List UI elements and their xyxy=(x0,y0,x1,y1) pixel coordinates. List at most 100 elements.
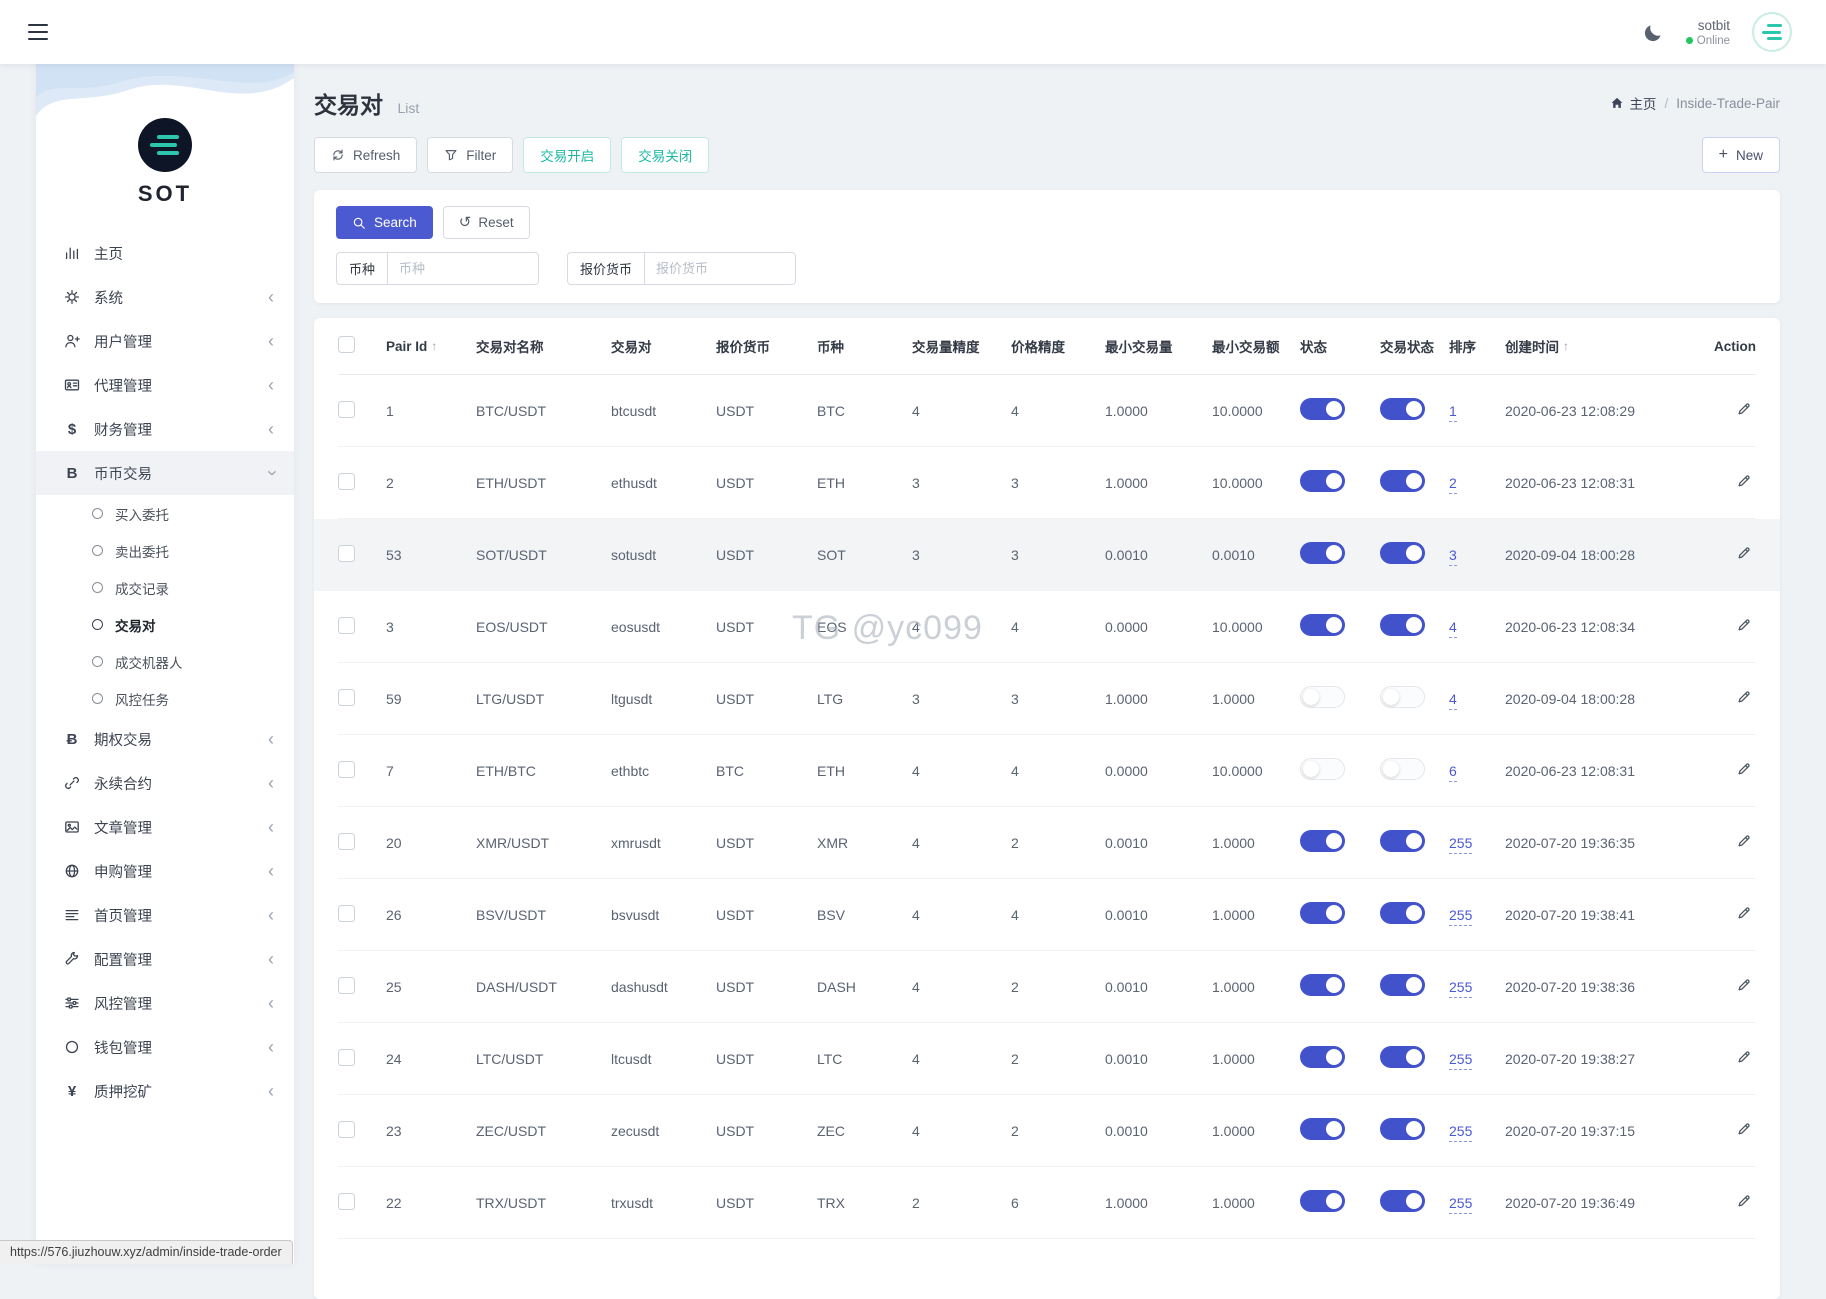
sort-order-link[interactable]: 3 xyxy=(1449,547,1457,566)
trade-status-toggle[interactable] xyxy=(1380,470,1425,492)
filter-button[interactable]: Filter xyxy=(427,137,513,173)
sidebar-item[interactable]: 风控管理‹ xyxy=(36,981,294,1025)
sidebar-subitem[interactable]: 买入委托 xyxy=(36,495,294,532)
edit-icon[interactable] xyxy=(1736,401,1752,417)
trade-status-toggle[interactable] xyxy=(1380,1118,1425,1140)
status-toggle[interactable] xyxy=(1300,758,1345,780)
trade-open-button[interactable]: 交易开启 xyxy=(523,137,611,173)
edit-icon[interactable] xyxy=(1736,1193,1752,1209)
sort-order-link[interactable]: 255 xyxy=(1449,1195,1472,1214)
dark-mode-icon[interactable] xyxy=(1643,22,1664,43)
sort-order-link[interactable]: 4 xyxy=(1449,619,1457,638)
edit-icon[interactable] xyxy=(1736,761,1752,777)
sidebar-item[interactable]: B币币交易‹ xyxy=(36,451,294,495)
sidebar-item[interactable]: 永续合约‹ xyxy=(36,761,294,805)
status-toggle[interactable] xyxy=(1300,902,1345,924)
row-checkbox[interactable] xyxy=(338,401,355,418)
edit-icon[interactable] xyxy=(1736,473,1752,489)
sort-order-link[interactable]: 255 xyxy=(1449,1051,1472,1070)
row-checkbox[interactable] xyxy=(338,833,355,850)
trade-status-toggle[interactable] xyxy=(1380,830,1425,852)
sidebar-item[interactable]: 首页管理‹ xyxy=(36,893,294,937)
row-checkbox[interactable] xyxy=(338,545,355,562)
edit-icon[interactable] xyxy=(1736,1121,1752,1137)
trade-status-toggle[interactable] xyxy=(1380,1190,1425,1212)
trade-status-toggle[interactable] xyxy=(1380,614,1425,636)
row-checkbox[interactable] xyxy=(338,761,355,778)
sort-order-link[interactable]: 255 xyxy=(1449,907,1472,926)
sidebar-subitem[interactable]: 卖出委托 xyxy=(36,532,294,569)
sidebar-toggle-button[interactable] xyxy=(28,24,48,40)
sidebar-item[interactable]: 钱包管理‹ xyxy=(36,1025,294,1069)
sidebar-subitem[interactable]: 风控任务 xyxy=(36,680,294,717)
edit-icon[interactable] xyxy=(1736,977,1752,993)
status-toggle[interactable] xyxy=(1300,398,1345,420)
search-button[interactable]: Search xyxy=(336,206,433,239)
sidebar-subitem[interactable]: 交易对 xyxy=(36,606,294,643)
trade-status-toggle[interactable] xyxy=(1380,686,1425,708)
row-checkbox[interactable] xyxy=(338,1049,355,1066)
sort-order-link[interactable]: 255 xyxy=(1449,979,1472,998)
sort-order-link[interactable]: 2 xyxy=(1449,475,1457,494)
status-toggle[interactable] xyxy=(1300,1118,1345,1140)
trade-status-toggle[interactable] xyxy=(1380,902,1425,924)
cell-quote-currency: USDT xyxy=(716,475,817,491)
account-block[interactable]: sotbit Online xyxy=(1686,18,1730,47)
trade-status-toggle[interactable] xyxy=(1380,542,1425,564)
status-toggle[interactable] xyxy=(1300,974,1345,996)
sort-arrow-icon[interactable]: ↑ xyxy=(1563,339,1569,353)
brand-logo[interactable] xyxy=(1752,12,1792,52)
sidebar-item[interactable]: 文章管理‹ xyxy=(36,805,294,849)
row-checkbox[interactable] xyxy=(338,617,355,634)
status-toggle[interactable] xyxy=(1300,830,1345,852)
status-toggle[interactable] xyxy=(1300,686,1345,708)
status-toggle[interactable] xyxy=(1300,542,1345,564)
trade-status-toggle[interactable] xyxy=(1380,974,1425,996)
edit-icon[interactable] xyxy=(1736,689,1752,705)
trade-status-toggle[interactable] xyxy=(1380,758,1425,780)
sidebar-subitem[interactable]: 成交记录 xyxy=(36,569,294,606)
row-checkbox[interactable] xyxy=(338,689,355,706)
sort-order-link[interactable]: 6 xyxy=(1449,763,1457,782)
sort-arrow-icon[interactable]: ↑ xyxy=(431,339,437,353)
status-toggle[interactable] xyxy=(1300,470,1345,492)
sidebar-item[interactable]: ¥质押挖矿‹ xyxy=(36,1069,294,1113)
sort-order-link[interactable]: 255 xyxy=(1449,835,1472,854)
row-checkbox[interactable] xyxy=(338,1121,355,1138)
status-toggle[interactable] xyxy=(1300,614,1345,636)
edit-icon[interactable] xyxy=(1736,617,1752,633)
edit-icon[interactable] xyxy=(1736,1049,1752,1065)
sidebar-item[interactable]: 系统‹ xyxy=(36,275,294,319)
row-checkbox[interactable] xyxy=(338,977,355,994)
sort-order-link[interactable]: 255 xyxy=(1449,1123,1472,1142)
sidebar-item[interactable]: 主页 xyxy=(36,231,294,275)
sidebar-item[interactable]: 配置管理‹ xyxy=(36,937,294,981)
edit-icon[interactable] xyxy=(1736,545,1752,561)
new-button[interactable]: + New xyxy=(1702,137,1780,173)
edit-icon[interactable] xyxy=(1736,833,1752,849)
sort-order-link[interactable]: 4 xyxy=(1449,691,1457,710)
reset-button[interactable]: ↺ Reset xyxy=(443,206,530,239)
sidebar-subitem[interactable]: 成交机器人 xyxy=(36,643,294,680)
trade-status-toggle[interactable] xyxy=(1380,398,1425,420)
sort-order-link[interactable]: 1 xyxy=(1449,403,1457,422)
cell-symbol: eosusdt xyxy=(611,619,716,635)
sidebar-item[interactable]: 申购管理‹ xyxy=(36,849,294,893)
edit-icon[interactable] xyxy=(1736,905,1752,921)
sidebar-item[interactable]: 代理管理‹ xyxy=(36,363,294,407)
row-checkbox[interactable] xyxy=(338,1193,355,1210)
trade-close-button[interactable]: 交易关闭 xyxy=(621,137,709,173)
sidebar-item[interactable]: $财务管理‹ xyxy=(36,407,294,451)
refresh-button[interactable]: Refresh xyxy=(314,137,417,173)
sidebar-item[interactable]: Ƀ期权交易‹ xyxy=(36,717,294,761)
row-checkbox[interactable] xyxy=(338,473,355,490)
breadcrumb-home-link[interactable]: 主页 xyxy=(1610,93,1656,113)
select-all-checkbox[interactable] xyxy=(338,336,355,353)
coin-filter-input[interactable] xyxy=(387,252,539,285)
status-toggle[interactable] xyxy=(1300,1046,1345,1068)
sidebar-item[interactable]: 用户管理‹ xyxy=(36,319,294,363)
quote-filter-input[interactable] xyxy=(644,252,796,285)
row-checkbox[interactable] xyxy=(338,905,355,922)
trade-status-toggle[interactable] xyxy=(1380,1046,1425,1068)
status-toggle[interactable] xyxy=(1300,1190,1345,1212)
